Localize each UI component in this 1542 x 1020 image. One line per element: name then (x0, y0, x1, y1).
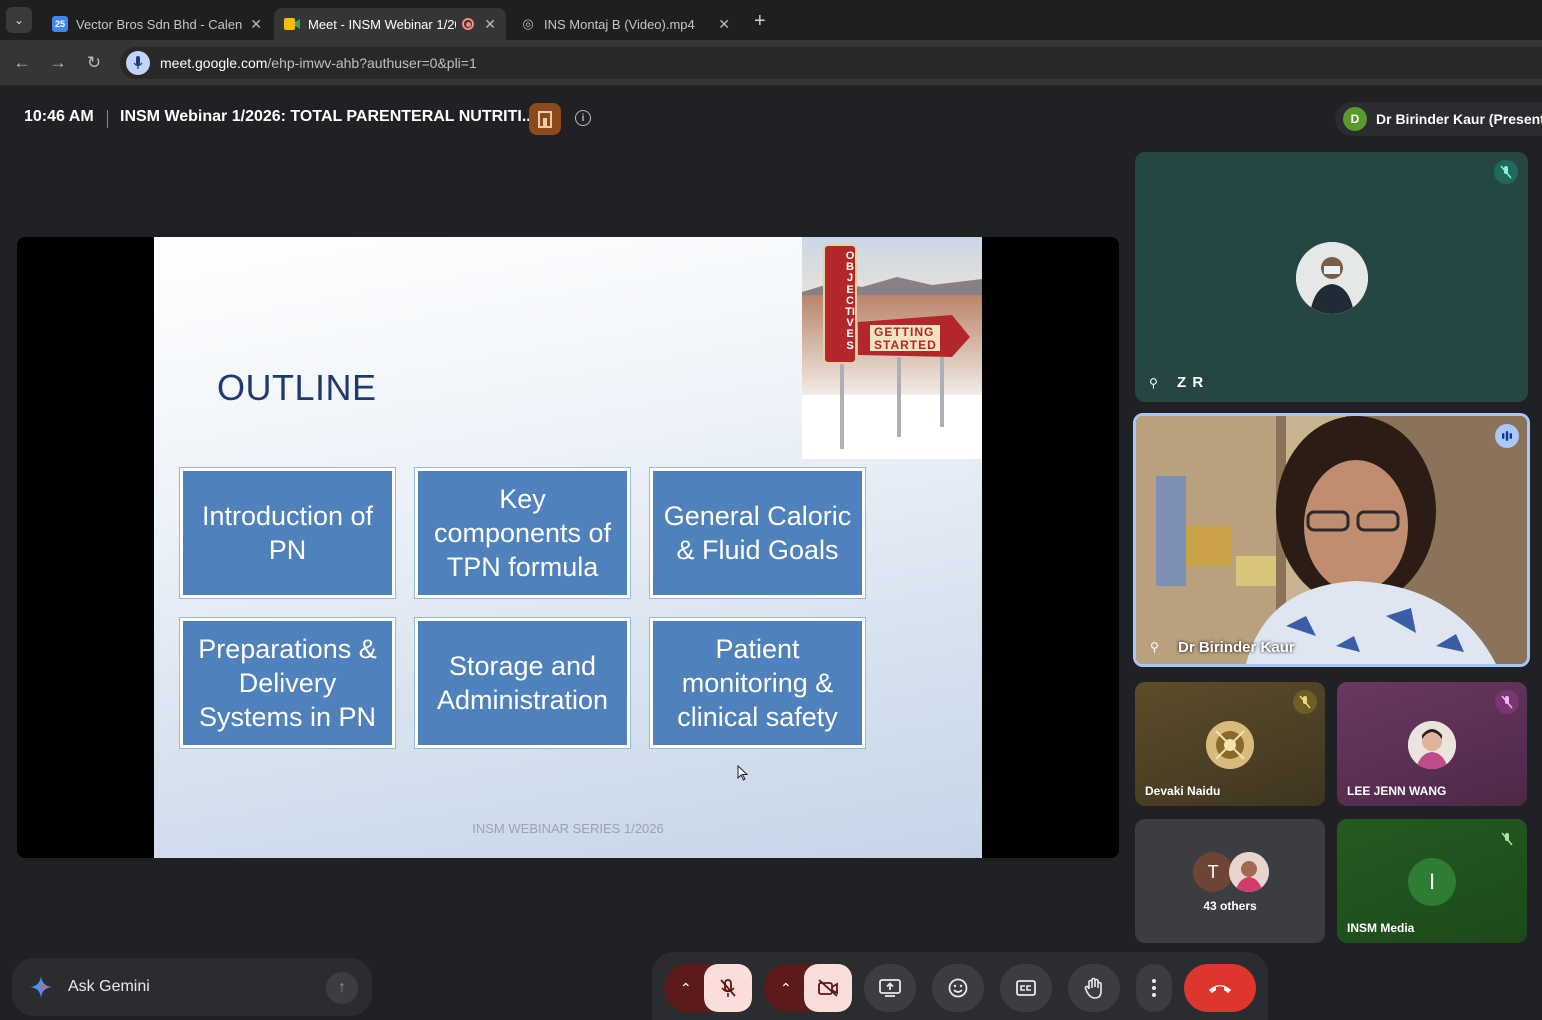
avatar (1206, 721, 1254, 769)
presentation-stage[interactable]: OBJECTIVES GETTING STARTED OUTLINE Intro… (17, 237, 1119, 858)
present-screen-button[interactable] (864, 964, 916, 1012)
tab-meet[interactable]: Meet - INSM Webinar 1/2026 ✕ (274, 8, 506, 40)
url-path: /ehp-imwv-ahb?authuser=0&pli=1 (267, 55, 477, 71)
sign-vertical-text: OBJECTIVES (845, 250, 855, 352)
info-icon[interactable]: i (575, 110, 591, 126)
captions-icon (1016, 980, 1036, 996)
outline-box: Patient monitoring & clinical safety (650, 618, 865, 748)
hang-up-icon (1209, 985, 1231, 993)
avatar (1296, 242, 1368, 314)
shared-slide: OBJECTIVES GETTING STARTED OUTLINE Intro… (154, 237, 982, 858)
hand-icon (1084, 977, 1102, 999)
url-text: meet.google.com/ehp-imwv-ahb?authuser=0&… (160, 55, 477, 71)
tab-search-button[interactable]: ⌄ (6, 7, 32, 33)
outline-box: Key components of TPN formula (415, 468, 630, 598)
chevron-down-icon: ⌄ (13, 13, 25, 27)
reload-icon[interactable]: ↻ (76, 53, 112, 73)
back-icon[interactable]: ← (4, 53, 40, 73)
mic-off-icon (1494, 160, 1518, 184)
participant-name: LEE JENN WANG (1347, 784, 1447, 798)
close-icon[interactable]: ✕ (476, 16, 496, 33)
divider (107, 110, 108, 128)
avatar: T (1193, 852, 1233, 892)
outline-box: Preparations & Delivery Systems in PN (180, 618, 395, 748)
globe-icon: ◎ (522, 16, 534, 31)
mic-off-icon (1495, 690, 1519, 714)
participant-name: Dr Birinder Kaur (1178, 639, 1295, 656)
emoji-icon (948, 978, 968, 998)
participant-name: Z R (1177, 374, 1205, 391)
presenter-chip[interactable]: D Dr Birinder Kaur (Presenting) (1335, 102, 1542, 136)
send-arrow-icon[interactable]: ↑ (326, 972, 358, 1004)
more-options-button[interactable] (1136, 964, 1172, 1012)
raise-hand-button[interactable] (1068, 964, 1120, 1012)
mic-off-icon (1495, 827, 1519, 851)
recording-icon (462, 18, 474, 30)
speaker-video (1136, 416, 1527, 664)
participant-name: Devaki Naidu (1145, 784, 1221, 798)
close-icon[interactable]: ✕ (242, 16, 262, 33)
microphone-icon[interactable] (126, 51, 150, 75)
slide-footer: INSM WEBINAR SERIES 1/2026 (472, 821, 664, 836)
new-tab-button[interactable]: + (754, 10, 766, 33)
captions-button[interactable] (1000, 964, 1052, 1012)
meeting-room-icon[interactable] (529, 103, 561, 135)
meeting-title: INSM Webinar 1/2026: TOTAL PARENTERAL NU… (120, 108, 536, 125)
camera-off-icon (818, 979, 838, 997)
avatar: I (1408, 858, 1456, 906)
avatar (1408, 721, 1456, 769)
outline-box: Storage and Administration (415, 618, 630, 748)
participant-tile-insm[interactable]: I INSM Media (1337, 819, 1527, 943)
browser-toolbar: ← → ↻ meet.google.com/ehp-imwv-ahb?authu… (0, 40, 1542, 86)
outline-box: General Caloric & Fluid Goals (650, 468, 865, 598)
call-controls: ⌃ ⌃ (652, 952, 1268, 1020)
tab-title: Vector Bros Sdn Bhd - Calendar (76, 16, 243, 32)
avatar (1229, 852, 1269, 892)
ask-gemini-bar[interactable]: Ask Gemini ↑ (12, 958, 372, 1016)
gemini-icon (30, 976, 52, 998)
participant-tile-zr[interactable]: ⚲ Z R (1135, 152, 1528, 402)
tab-video[interactable]: ◎ INS Montaj B (Video).mp4 ✕ (510, 8, 740, 40)
presenter-label: Dr Birinder Kaur (Presenting) (1376, 111, 1542, 127)
meeting-time: 10:46 AM (24, 108, 94, 125)
sign-line-1: GETTING (874, 325, 935, 339)
chevron-up-icon: ⌃ (680, 979, 692, 996)
close-icon[interactable]: ✕ (710, 16, 730, 33)
pin-icon[interactable]: ⚲ (1149, 376, 1158, 390)
forward-icon[interactable]: → (40, 53, 76, 73)
outline-box: Introduction of PN (180, 468, 395, 598)
present-icon (879, 979, 901, 997)
avatar: D (1343, 107, 1367, 131)
tab-title: Meet - INSM Webinar 1/2026 (308, 16, 456, 32)
mouse-cursor-icon (737, 764, 749, 784)
participant-tile-speaker[interactable]: ⚲ Dr Birinder Kaur (1133, 413, 1530, 667)
pin-icon[interactable]: ⚲ (1150, 640, 1159, 654)
leave-call-button[interactable] (1184, 964, 1256, 1012)
mic-off-icon (1293, 690, 1317, 714)
participant-tile-others[interactable]: T 43 others (1135, 819, 1325, 943)
browser-tab-strip: ⌄ 25 Vector Bros Sdn Bhd - Calendar ✕ Me… (0, 0, 1542, 40)
meet-icon (284, 16, 300, 32)
address-bar[interactable]: meet.google.com/ehp-imwv-ahb?authuser=0&… (120, 47, 1542, 79)
chevron-up-icon: ⌃ (780, 979, 792, 996)
participant-name: INSM Media (1347, 921, 1415, 935)
slide-heading: OUTLINE (217, 367, 377, 408)
tab-title: INS Montaj B (Video).mp4 (544, 16, 695, 32)
url-host: meet.google.com (160, 55, 268, 71)
mic-off-icon (720, 979, 736, 997)
reactions-button[interactable] (932, 964, 984, 1012)
participant-tile-lee[interactable]: LEE JENN WANG (1337, 682, 1527, 806)
tab-calendar[interactable]: 25 Vector Bros Sdn Bhd - Calendar ✕ (42, 8, 272, 40)
others-count: 43 others (1203, 899, 1257, 913)
speaking-indicator-icon (1495, 424, 1519, 448)
getting-started-sign-image: OBJECTIVES GETTING STARTED (802, 237, 982, 459)
more-vertical-icon (1152, 979, 1156, 997)
gemini-label: Ask Gemini (68, 978, 150, 995)
sign-line-2: STARTED (874, 338, 937, 352)
mic-toggle-button[interactable] (704, 964, 752, 1012)
calendar-icon: 25 (52, 16, 68, 32)
participant-tile-devaki[interactable]: Devaki Naidu (1135, 682, 1325, 806)
meeting-header: 10:46 AM INSM Webinar 1/2026: TOTAL PARE… (0, 86, 1542, 150)
camera-toggle-button[interactable] (804, 964, 852, 1012)
